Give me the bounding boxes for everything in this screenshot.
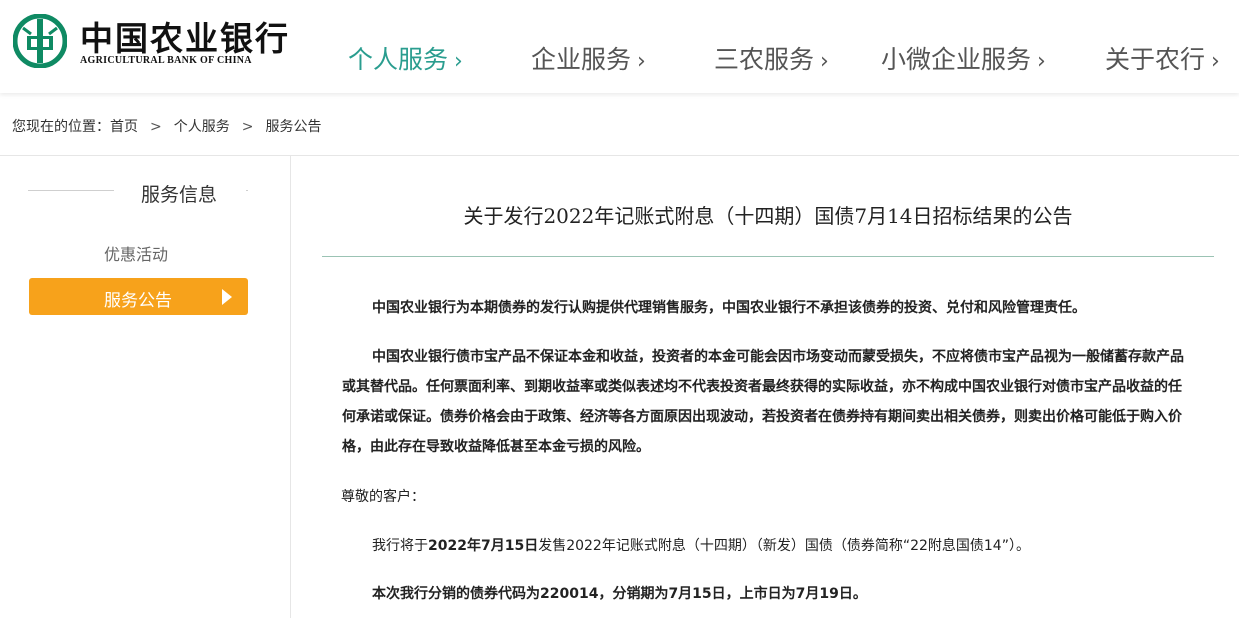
chevron-right-icon: › [820, 49, 829, 74]
nav-label: 三农服务 [714, 45, 815, 74]
sidebar-title: 服务信息 [141, 184, 218, 206]
nav-label: 小微企业服务 [881, 45, 1032, 74]
disclaimer-paragraph-2: 中国农业银行债市宝产品不保证本金和收益，投资者的本金可能会因市场变动而蒙受损失，… [342, 349, 1184, 455]
article-title: 关于发行2022年记账式附息（十四期）国债7月14日招标结果的公告 [463, 204, 1073, 228]
breadcrumb-home-link[interactable]: 首页 [110, 119, 138, 135]
nav-rural-services[interactable]: 三农服务 › [714, 40, 829, 76]
play-arrow-icon [222, 289, 232, 305]
nav-corporate-services[interactable]: 企业服务 › [531, 40, 646, 76]
issue-text-c: 发售2022年记账式附息（十四期）（新发）国债（债券简称“22附息国债14”）。 [538, 538, 1030, 554]
sidebar-item-service-notices[interactable]: 服务公告 [29, 278, 248, 315]
breadcrumb-divider [0, 155, 1239, 156]
breadcrumb-current: 服务公告 [265, 119, 322, 135]
nav-small-business-services[interactable]: 小微企业服务 › [881, 40, 1046, 76]
sidebar-divider [290, 156, 291, 618]
chevron-right-icon: › [637, 49, 646, 74]
chevron-right-icon: › [454, 49, 463, 74]
article-title-divider [322, 256, 1214, 257]
salutation: 尊敬的客户： [341, 489, 425, 505]
breadcrumb: 您现在的位置：首页 > 个人服务 > 服务公告 [12, 116, 321, 136]
issue-text-a: 我行将于 [372, 538, 428, 554]
bond-code-paragraph: 本次我行分销的债券代码为220014，分销期为7月15日，上市日为7月19日。 [372, 586, 867, 602]
chevron-right-icon: › [1211, 49, 1220, 74]
breadcrumb-separator-icon: > [241, 119, 254, 135]
logo-text-cn: 中国农业银行 [80, 19, 290, 58]
nav-personal-services[interactable]: 个人服务 › [348, 40, 463, 76]
sidebar-header: 服务信息 [28, 180, 248, 206]
breadcrumb-separator-icon: > [150, 119, 162, 135]
chevron-right-icon: › [1037, 49, 1046, 74]
sidebar-item-label: 服务公告 [104, 291, 172, 311]
nav-label: 企业服务 [531, 45, 632, 74]
disclaimer-paragraph-1: 中国农业银行为本期债券的发行认购提供代理销售服务，中国农业银行不承担该债券的投资… [372, 300, 1086, 316]
nav-about-abc[interactable]: 关于农行 › [1105, 40, 1220, 76]
site-header: 中国农业银行 AGRICULTURAL BANK OF CHINA 个人服务 › … [0, 0, 1239, 93]
sidebar-title-line-left [28, 190, 114, 191]
sidebar-item-promotions[interactable]: 优惠活动 [104, 241, 168, 265]
logo-text-en: AGRICULTURAL BANK OF CHINA [80, 55, 252, 66]
breadcrumb-personal-link[interactable]: 个人服务 [174, 119, 230, 135]
sidebar-title-line-right [246, 190, 248, 191]
nav-label: 关于农行 [1105, 45, 1206, 74]
abc-logo-icon[interactable] [13, 14, 67, 68]
breadcrumb-prefix: 您现在的位置： [12, 119, 110, 135]
issue-date: 2022年7月15日 [428, 538, 539, 554]
nav-label: 个人服务 [348, 45, 449, 74]
issue-paragraph: 我行将于2022年7月15日发售2022年记账式附息（十四期）（新发）国债（债券… [342, 531, 1192, 561]
